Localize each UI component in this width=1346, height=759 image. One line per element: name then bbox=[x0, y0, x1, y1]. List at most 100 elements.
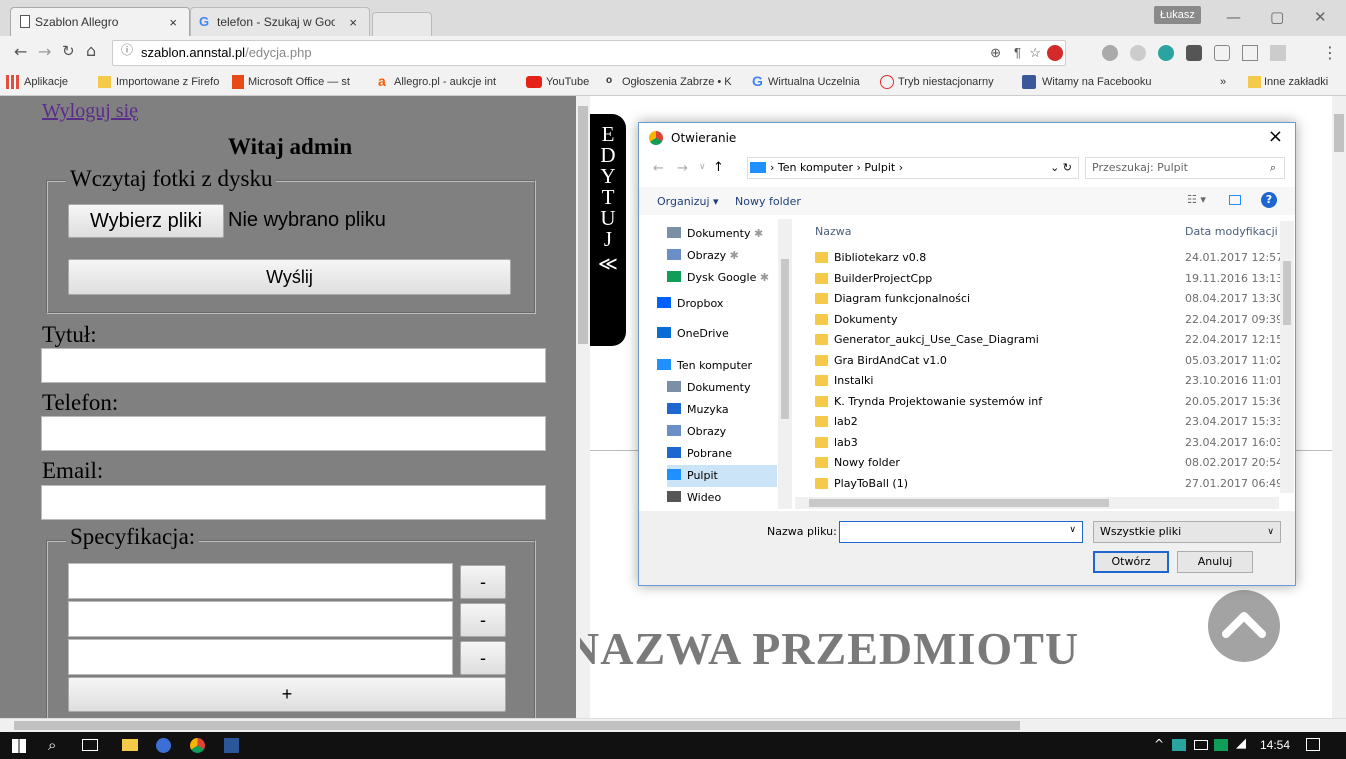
app-icon[interactable] bbox=[156, 738, 171, 753]
logout-link[interactable]: Wyloguj się bbox=[42, 100, 138, 123]
bookmark-wirtualna[interactable]: Wirtualna Uczelnia bbox=[768, 76, 860, 88]
pin-icon[interactable]: ✱ bbox=[750, 227, 763, 240]
chevron-down-icon[interactable]: ∨ bbox=[1069, 525, 1076, 535]
drive-tray-icon[interactable] bbox=[1214, 739, 1228, 751]
nav-item[interactable]: Obrazy bbox=[667, 421, 777, 443]
search-icon[interactable]: ⌕ bbox=[48, 736, 56, 754]
pin-icon[interactable]: ¶ bbox=[1014, 41, 1021, 65]
file-row[interactable]: Diagram funkcjonalności 08.04.2017 13:30 bbox=[815, 288, 1285, 309]
file-row[interactable]: Generator_aukcj_Use_Case_Diagrami 22.04.2… bbox=[815, 329, 1285, 350]
tab-close-icon[interactable]: × bbox=[169, 15, 177, 30]
dialog-forward-icon[interactable]: → bbox=[677, 161, 688, 176]
tray-chevron-icon[interactable]: ^ bbox=[1154, 737, 1164, 751]
bookmark-star-icon[interactable]: ☆ bbox=[1029, 41, 1041, 65]
extension-icon-3[interactable] bbox=[1214, 45, 1230, 61]
spec-input-2[interactable] bbox=[68, 601, 453, 637]
notifications-icon[interactable] bbox=[1306, 738, 1320, 751]
bookmark-apps[interactable]: Aplikacje bbox=[24, 76, 68, 88]
nav-item[interactable]: Obrazy ✱ bbox=[667, 245, 777, 267]
file-row[interactable]: Bibliotekarz v0.8 24.01.2017 12:57 bbox=[815, 247, 1285, 268]
add-spec-button[interactable]: + bbox=[68, 677, 506, 712]
page-scrollbar[interactable] bbox=[1332, 96, 1346, 718]
forward-icon[interactable]: → bbox=[38, 42, 51, 61]
up-icon[interactable]: ↑ bbox=[713, 160, 724, 175]
info-icon[interactable]: ⓘ bbox=[121, 41, 133, 58]
nav-item[interactable]: Dokumenty bbox=[667, 377, 777, 399]
email-input[interactable] bbox=[41, 485, 546, 520]
file-scrollbar[interactable] bbox=[1280, 221, 1294, 493]
view-icon[interactable]: ☷ ▾ bbox=[1187, 193, 1206, 206]
maximize-icon[interactable]: ▢ bbox=[1270, 8, 1284, 26]
nav-scrollbar[interactable] bbox=[778, 219, 792, 509]
remove-spec-button-1[interactable]: - bbox=[460, 565, 506, 599]
home-icon[interactable]: ⌂ bbox=[86, 41, 96, 60]
word-icon[interactable] bbox=[224, 738, 239, 753]
pin-icon[interactable]: ✱ bbox=[756, 271, 769, 284]
collapse-icon[interactable]: ≪ bbox=[590, 250, 626, 275]
file-hscroll-thumb[interactable] bbox=[809, 499, 1109, 507]
phone-input[interactable] bbox=[41, 416, 546, 451]
preview-pane-icon[interactable] bbox=[1229, 195, 1241, 205]
dialog-search-input[interactable]: Przeszukaj: Pulpit ⌕ bbox=[1085, 157, 1285, 179]
bookmark-allegro[interactable]: Allegro.pl - aukcje int bbox=[394, 76, 520, 88]
extension-icon-2[interactable] bbox=[1186, 45, 1202, 61]
open-button[interactable]: Otwórz bbox=[1093, 551, 1169, 573]
nav-scroll-thumb[interactable] bbox=[781, 259, 789, 419]
nav-item[interactable]: Pulpit bbox=[667, 465, 777, 487]
nav-item[interactable]: Wideo bbox=[667, 487, 777, 509]
bookmarks-overflow[interactable]: » bbox=[1220, 76, 1226, 88]
sync-ext-icon[interactable] bbox=[1158, 45, 1174, 61]
name-column-header[interactable]: Nazwa bbox=[815, 221, 1187, 243]
tab-close-icon[interactable]: × bbox=[349, 15, 357, 30]
file-type-select[interactable]: Wszystkie pliki ∨ bbox=[1093, 521, 1281, 543]
tab-google-search[interactable]: G telefon - Szukaj w Googl × bbox=[190, 7, 370, 36]
new-tab-button[interactable] bbox=[372, 12, 432, 36]
file-row[interactable]: Nowy folder 08.02.2017 20:54 bbox=[815, 452, 1285, 473]
bookmark-facebook[interactable]: Witamy na Facebooku bbox=[1042, 76, 1158, 88]
date-column-header[interactable]: Data modyfikacji bbox=[1185, 221, 1281, 243]
file-row[interactable]: PlayToBall (1) 27.01.2017 06:49 bbox=[815, 473, 1285, 494]
edit-side-tab[interactable]: E D Y T U J ≪ bbox=[590, 114, 626, 346]
dropbox-ext-icon[interactable] bbox=[1130, 45, 1146, 61]
panel-scroll-thumb[interactable] bbox=[578, 106, 588, 344]
file-row[interactable]: lab2 23.04.2017 15:33 bbox=[815, 411, 1285, 432]
tab-szablon-allegro[interactable]: Szablon Allegro × bbox=[10, 7, 190, 36]
choose-files-button[interactable]: Wybierz pliki bbox=[68, 204, 224, 238]
spec-input-3[interactable] bbox=[68, 639, 453, 675]
nav-item[interactable]: Ten komputer bbox=[657, 355, 777, 377]
refresh-icon[interactable]: ⌄ ↻ bbox=[1050, 158, 1072, 178]
recent-icon[interactable]: ∨ bbox=[699, 162, 706, 172]
scroll-top-button[interactable] bbox=[1208, 590, 1280, 662]
remove-spec-button-3[interactable]: - bbox=[460, 641, 506, 675]
bookmark-tryb[interactable]: Tryb niestacjonarny bbox=[898, 76, 994, 88]
reload-icon[interactable]: ↻ bbox=[62, 42, 75, 60]
extension-icon[interactable] bbox=[1102, 45, 1118, 61]
title-input[interactable] bbox=[41, 348, 546, 383]
breadcrumb-item[interactable]: Ten komputer bbox=[778, 161, 853, 174]
nav-item[interactable]: OneDrive bbox=[657, 323, 777, 345]
cast-icon[interactable] bbox=[1242, 45, 1258, 61]
file-row[interactable]: K. Trynda Projektowanie systemów inf 20.0… bbox=[815, 391, 1285, 412]
clock[interactable]: 14:54 bbox=[1260, 738, 1290, 752]
organize-button[interactable]: Organizuj ▾ bbox=[657, 195, 719, 208]
page-scroll-thumb[interactable] bbox=[1334, 114, 1344, 152]
file-row[interactable]: BuilderProjectCpp 19.11.2016 13:13 bbox=[815, 268, 1285, 289]
file-row[interactable]: Gra BirdAndCat v1.0 05.03.2017 11:02 bbox=[815, 350, 1285, 371]
new-folder-button[interactable]: Nowy folder bbox=[735, 195, 801, 208]
file-row[interactable]: lab3 23.04.2017 16:03 bbox=[815, 432, 1285, 453]
horizontal-scrollbar[interactable] bbox=[0, 718, 1346, 732]
file-scroll-thumb[interactable] bbox=[1283, 261, 1291, 325]
file-row[interactable]: Instalki 23.10.2016 11:01 bbox=[815, 370, 1285, 391]
filename-input[interactable]: ∨ bbox=[839, 521, 1083, 543]
remove-spec-button-2[interactable]: - bbox=[460, 603, 506, 637]
task-view-icon[interactable] bbox=[82, 739, 98, 751]
back-icon[interactable]: ← bbox=[14, 42, 27, 61]
breadcrumb-item[interactable]: Pulpit bbox=[864, 161, 895, 174]
extension-icon-4[interactable] bbox=[1270, 45, 1286, 61]
address-bar[interactable]: ⓘ szablon.annstal.pl/edycja.php ⊕ ¶ ☆ bbox=[112, 40, 1066, 66]
file-row[interactable]: Dokumenty 22.04.2017 09:39 bbox=[815, 309, 1285, 330]
bookmark-firefox[interactable]: Importowane z Firefo bbox=[116, 76, 226, 88]
dialog-close-icon[interactable]: × bbox=[1268, 126, 1283, 147]
bookmark-youtube[interactable]: YouTube bbox=[546, 76, 589, 88]
tray-icon[interactable] bbox=[1172, 739, 1186, 751]
